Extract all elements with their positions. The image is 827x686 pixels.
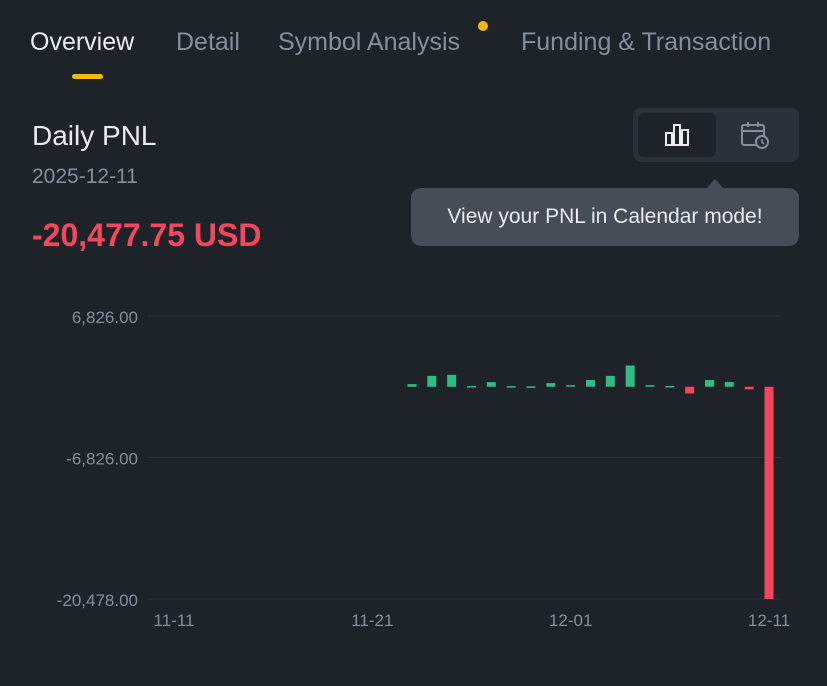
bar-chart-icon	[665, 124, 689, 146]
view-mode-toggle	[633, 108, 799, 162]
tab-symbol-analysis[interactable]: Symbol Analysis	[278, 26, 460, 58]
y-tick-label: 6,826.00	[72, 308, 138, 327]
tab-bar: Overview Detail Symbol Analysis Funding …	[0, 0, 827, 90]
pnl-bar	[546, 383, 556, 387]
pnl-bar	[526, 386, 536, 388]
pnl-bar	[744, 386, 754, 390]
x-tick-label: 12-01	[549, 611, 592, 630]
pnl-bar	[506, 386, 516, 388]
daily-pnl-screen: Overview Detail Symbol Analysis Funding …	[0, 0, 827, 686]
x-tick-label: 11-21	[351, 611, 393, 630]
bar-chart-view-button[interactable]	[638, 113, 716, 157]
pnl-bar	[605, 375, 615, 387]
pnl-bar	[764, 386, 774, 599]
daily-pnl-bar-chart: 6,826.00 -6,826.00 -20,478.00 11-11 11-21 12-…	[57, 308, 790, 630]
y-tick-label: -20,478.00	[57, 591, 138, 610]
pnl-bar	[407, 384, 417, 387]
y-tick-label: -6,826.00	[66, 450, 138, 469]
pnl-bar	[427, 375, 437, 387]
tab-overview[interactable]: Overview	[30, 26, 134, 58]
pnl-bar	[685, 386, 695, 394]
pnl-bar	[586, 380, 595, 387]
active-tab-indicator	[72, 74, 103, 79]
x-tick-label: 11-11	[154, 611, 195, 630]
pnl-bar	[645, 385, 655, 387]
calendar-mode-tooltip[interactable]: View your PNL in Calendar mode!	[411, 188, 799, 246]
notification-dot	[478, 21, 488, 31]
tab-detail[interactable]: Detail	[176, 26, 240, 58]
pnl-bar	[447, 374, 457, 387]
pnl-bar	[467, 386, 476, 388]
pnl-value: -20,477.75 USD	[32, 217, 262, 253]
pnl-bar	[724, 382, 734, 387]
calendar-view-button[interactable]	[716, 113, 794, 157]
pnl-bar	[566, 385, 576, 387]
pnl-bar	[486, 382, 496, 387]
pnl-bar	[625, 365, 635, 387]
pnl-bar	[665, 386, 675, 388]
tab-funding-transaction[interactable]: Funding & Transaction	[521, 26, 771, 58]
x-tick-label: 12-11	[748, 611, 790, 630]
page-title: Daily PNL	[32, 120, 157, 151]
calendar-icon	[741, 122, 769, 149]
pnl-date: 2025-12-11	[32, 165, 138, 188]
pnl-bar	[705, 380, 714, 387]
